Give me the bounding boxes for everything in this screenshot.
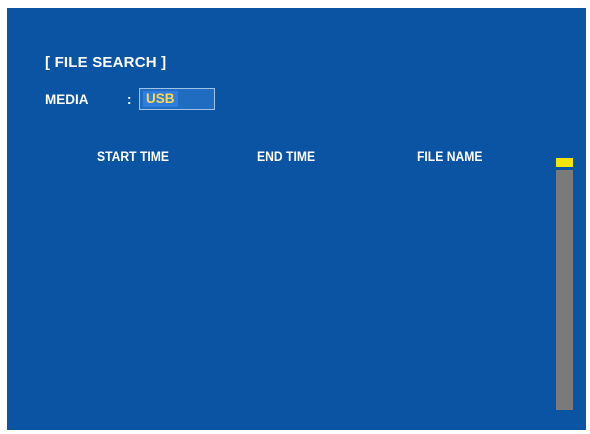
- media-separator: :: [127, 92, 132, 107]
- column-header-start-time: START TIME: [97, 149, 169, 164]
- results-scrollbar[interactable]: [556, 158, 573, 410]
- page-title: [ FILE SEARCH ]: [45, 54, 167, 71]
- file-search-screen: [ FILE SEARCH ] MEDIA : USB START TIME E…: [7, 8, 586, 430]
- column-header-file-name: FILE NAME: [417, 149, 483, 164]
- scroll-thumb-gap: [556, 167, 573, 170]
- column-header-end-time: END TIME: [257, 149, 316, 164]
- media-value: USB: [143, 91, 178, 107]
- scroll-thumb[interactable]: [556, 158, 573, 167]
- media-label: MEDIA: [45, 92, 89, 107]
- media-select[interactable]: USB: [139, 88, 215, 110]
